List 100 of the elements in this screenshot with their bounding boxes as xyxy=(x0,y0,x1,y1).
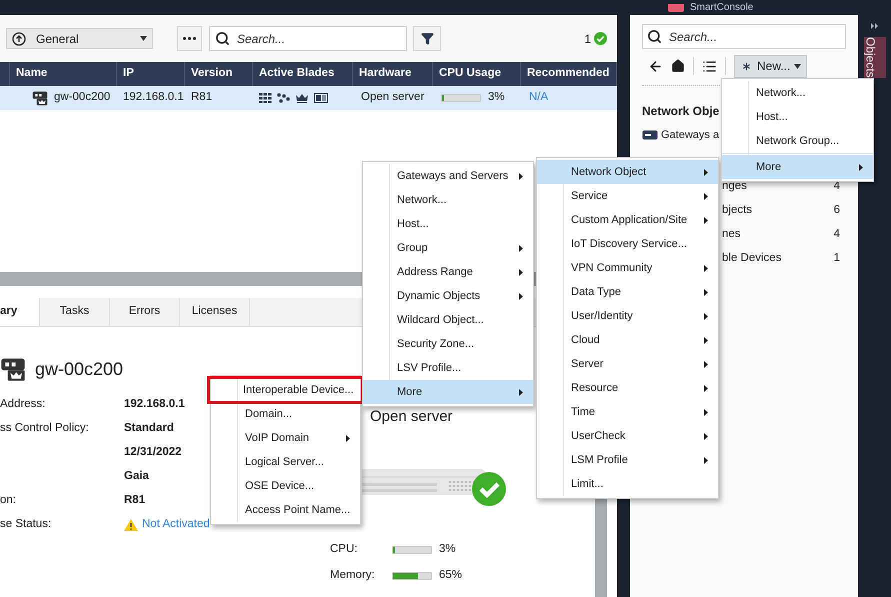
new-button[interactable]: New... xyxy=(734,54,808,78)
menu-item[interactable]: Resource xyxy=(537,376,718,400)
filter-icon xyxy=(420,32,434,45)
menu-item[interactable]: More xyxy=(363,380,533,404)
menu-item[interactable]: Domain... xyxy=(211,402,360,426)
menu-item[interactable]: Data Type xyxy=(537,280,718,304)
hardware-title: Open server xyxy=(370,408,453,425)
submenu-arrow-icon xyxy=(704,288,708,296)
menu-item[interactable]: Limit... xyxy=(537,472,718,496)
field-value: 192.168.0.1 xyxy=(124,397,185,412)
field-value: R81 xyxy=(124,493,146,508)
field-label: on: xyxy=(0,494,16,506)
submenu-arrow-icon xyxy=(704,192,708,200)
search-icon xyxy=(647,29,662,44)
menu-item[interactable]: Cloud xyxy=(537,328,718,352)
tab[interactable]: Tasks xyxy=(40,298,110,326)
menu-item[interactable]: Network... xyxy=(722,81,873,105)
menu-item[interactable]: Wildcard Object... xyxy=(363,308,533,332)
submenu-arrow-icon xyxy=(704,432,708,440)
item-count: 1 xyxy=(834,251,840,266)
menu-item[interactable]: Interoperable Device... xyxy=(209,378,362,402)
menu-item[interactable]: LSM Profile xyxy=(537,448,718,472)
menu-item[interactable]: User/Identity xyxy=(537,304,718,328)
menu-item[interactable]: Address Range xyxy=(363,260,533,284)
submenu-arrow-icon xyxy=(704,384,708,392)
more-options-button[interactable] xyxy=(177,26,202,51)
field-label: Address: xyxy=(0,398,46,410)
menu-item[interactable]: More xyxy=(722,155,873,179)
search-icon xyxy=(215,31,230,46)
item-count: 4 xyxy=(834,227,840,242)
app-title: SmartConsole xyxy=(690,2,754,14)
tab[interactable]: Licenses xyxy=(180,298,250,326)
menu-item[interactable]: Group xyxy=(363,236,533,260)
gateway-icon xyxy=(642,130,658,140)
menu-item[interactable]: Network Object xyxy=(537,160,718,184)
tree-item[interactable]: ble Devices xyxy=(722,250,834,268)
field-value: Standard xyxy=(124,421,174,436)
menu-item[interactable]: Security Zone... xyxy=(363,332,533,356)
back-icon[interactable] xyxy=(648,58,663,74)
menu-item[interactable]: Custom Application/Site xyxy=(537,208,718,232)
home-icon[interactable] xyxy=(671,59,685,73)
menu-item[interactable]: Network Group... xyxy=(722,129,873,153)
tree-item[interactable]: bjects xyxy=(722,202,834,220)
meter-label: Memory: xyxy=(330,568,376,584)
submenu-arrow-icon xyxy=(704,336,708,344)
menu-item[interactable]: OSE Device... xyxy=(211,474,360,498)
table-cell: R81 xyxy=(191,91,212,104)
menu-item[interactable]: Time xyxy=(537,400,718,424)
status-count: 1 xyxy=(584,30,591,48)
check-circle-icon xyxy=(594,32,607,45)
tab[interactable]: Errors xyxy=(110,298,180,326)
field-label: se Status: xyxy=(0,518,52,530)
menu-item[interactable]: Network... xyxy=(363,188,533,212)
submenu-arrow-icon xyxy=(519,292,523,300)
field-value: 12/31/2022 xyxy=(124,445,182,460)
menu-item[interactable]: Host... xyxy=(722,105,873,129)
side-tab[interactable]: Objects xyxy=(864,37,886,78)
submenu-arrow-icon xyxy=(704,216,708,224)
submenu-arrow-icon xyxy=(519,172,523,180)
submenu-arrow-icon xyxy=(704,408,708,416)
section-heading: Network Obje xyxy=(642,103,720,120)
list-icon[interactable] xyxy=(702,58,717,74)
submenu-arrow-icon xyxy=(704,360,708,368)
table-cell: 192.168.0.1 xyxy=(123,91,184,104)
submenu-arrow-icon xyxy=(519,388,523,396)
menu-item[interactable]: LSV Profile... xyxy=(363,356,533,380)
view-dropdown[interactable]: General xyxy=(6,28,153,49)
submenu-arrow-icon xyxy=(704,168,708,176)
menu-item[interactable]: VPN Community xyxy=(537,256,718,280)
collapse-icon[interactable] xyxy=(870,23,878,29)
menu-item[interactable]: Access Point Name... xyxy=(211,498,360,522)
item-count: 6 xyxy=(834,203,840,218)
table-cell-text: gw-00c200 xyxy=(54,90,110,106)
menu-item[interactable]: VoIP Domain xyxy=(211,426,360,450)
menu-item[interactable]: IoT Discovery Service... xyxy=(537,232,718,256)
menu-item[interactable]: Dynamic Objects xyxy=(363,284,533,308)
tab[interactable]: ary xyxy=(0,298,40,326)
menu-item[interactable]: Service xyxy=(537,184,718,208)
submenu-arrow-icon xyxy=(519,244,523,252)
gauge-icon xyxy=(12,32,26,46)
tree-item[interactable]: nges xyxy=(722,178,834,196)
meter-reading: 65% xyxy=(439,568,462,584)
object-search-field[interactable]: Search... xyxy=(642,24,846,49)
dots-icon xyxy=(183,37,196,40)
caret-icon xyxy=(794,64,802,68)
search-field[interactable]: Search... xyxy=(209,26,407,51)
license-status-link[interactable]: Not Activated xyxy=(142,516,210,534)
tree-item[interactable]: nes xyxy=(722,226,834,244)
filter-button[interactable] xyxy=(413,26,441,51)
caret-icon xyxy=(140,36,147,41)
menu-item[interactable]: Server xyxy=(537,352,718,376)
menu-item[interactable]: UserCheck xyxy=(537,424,718,448)
menu-item[interactable]: Gateways and Servers xyxy=(363,164,533,188)
meter-label: CPU: xyxy=(330,542,358,558)
menu-item[interactable]: Host... xyxy=(363,212,533,236)
menu-item[interactable]: Logical Server... xyxy=(211,450,360,474)
app-logo-icon xyxy=(668,4,684,12)
table-cell: Open server xyxy=(361,91,424,104)
table-row[interactable]: gw-00c200 192.168.0.1 R81 Open server 3% N/A xyxy=(0,86,617,110)
field-label: ss Control Policy: xyxy=(0,422,89,434)
